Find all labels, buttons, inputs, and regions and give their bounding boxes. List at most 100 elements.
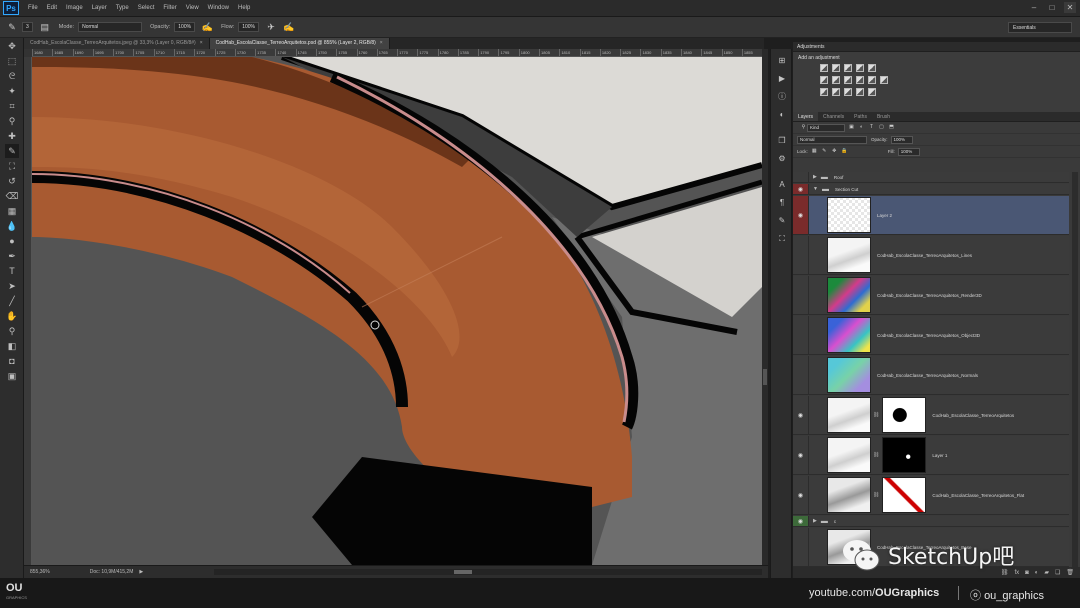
zoom-tool-icon[interactable]: ⚲ (5, 324, 19, 338)
visibility-toggle[interactable]: ◉ (793, 396, 809, 434)
visibility-toggle[interactable] (793, 172, 809, 182)
menu-edit[interactable]: Edit (47, 5, 57, 11)
visibility-toggle[interactable] (793, 528, 809, 566)
layer-row[interactable]: ◉ ⛓ Layer 1 (793, 436, 1069, 475)
vertical-scrollbar[interactable] (762, 49, 768, 565)
lock-pixels-icon[interactable]: ✎ (821, 148, 828, 155)
adjustment-filter-icon[interactable]: ◐ (858, 124, 865, 131)
chevron-right-icon[interactable]: ▶ (813, 174, 817, 180)
color-lookup-icon[interactable] (880, 76, 888, 84)
stamp-tool-icon[interactable]: ⛶ (5, 159, 19, 173)
pressure-size-icon[interactable]: ✍ (283, 21, 295, 33)
layer-thumbnail[interactable] (827, 437, 871, 473)
photo-filter-icon[interactable] (856, 76, 864, 84)
info-icon[interactable]: ⓘ (776, 91, 788, 103)
gradient-tool-icon[interactable]: ▦ (5, 204, 19, 218)
pen-tool-icon[interactable]: ✒ (5, 249, 19, 263)
blur-tool-icon[interactable]: 💧 (5, 219, 19, 233)
menu-file[interactable]: File (28, 5, 38, 11)
lock-transparent-icon[interactable]: ▦ (811, 148, 818, 155)
canvas[interactable] (32, 57, 762, 565)
new-layer-icon[interactable]: ❏ (1055, 569, 1060, 576)
clone-source-icon[interactable]: ⛶ (776, 233, 788, 245)
history-brush-tool-icon[interactable]: ↺ (5, 174, 19, 188)
lock-position-icon[interactable]: ✥ (831, 148, 838, 155)
mode-select[interactable]: Normal (78, 22, 143, 32)
dodge-tool-icon[interactable]: ● (5, 234, 19, 248)
minimize-icon[interactable]: – (1028, 2, 1040, 13)
visibility-toggle[interactable]: ◉ (793, 516, 809, 526)
actions-icon[interactable]: ▶ (776, 73, 788, 85)
history-icon[interactable]: ⊞ (776, 55, 788, 67)
pixel-filter-icon[interactable]: ▣ (848, 124, 855, 131)
horizontal-scrollbar[interactable] (214, 569, 762, 575)
layer-row[interactable]: ◉ ⛓ CodHab_EscolaClasse_TerreoArquitetos_F… (793, 476, 1069, 515)
chevron-right-icon[interactable]: ▶ (813, 518, 817, 524)
brush-presets-icon[interactable]: ✎ (776, 215, 788, 227)
add-mask-icon[interactable]: ◙ (1025, 570, 1029, 576)
new-group-icon[interactable]: ▰ (1044, 569, 1049, 576)
layer-thumbnail[interactable] (827, 397, 871, 433)
chevron-down-icon[interactable]: ▼ (813, 186, 818, 192)
move-tool-icon[interactable]: ✥ (5, 39, 19, 53)
eyedropper-tool-icon[interactable]: ⚲ (5, 114, 19, 128)
invert-icon[interactable] (820, 88, 828, 96)
menu-window[interactable]: Window (208, 5, 229, 11)
workspace-select[interactable]: Essentials (1008, 22, 1072, 33)
brush-tool-icon[interactable]: ✎ (5, 144, 19, 158)
menu-layer[interactable]: Layer (92, 5, 107, 11)
color-swatches-icon[interactable]: ◧ (5, 339, 19, 353)
crop-tool-icon[interactable]: ⌗ (5, 99, 19, 113)
blend-mode-select[interactable]: Normal (797, 135, 867, 144)
pressure-opacity-icon[interactable]: ✍ (201, 21, 213, 33)
color-balance-icon[interactable] (832, 76, 840, 84)
menu-image[interactable]: Image (66, 5, 83, 11)
path-select-tool-icon[interactable]: ➤ (5, 279, 19, 293)
opacity-input[interactable]: 100% (174, 22, 196, 32)
layers-icon[interactable]: ❒ (776, 135, 788, 147)
layer-row[interactable]: ◉ ⛓ CodHab_EscolaClasse_TerreoArquitetos (793, 396, 1069, 435)
visibility-toggle[interactable] (793, 356, 809, 394)
lasso-tool-icon[interactable]: ᘓ (5, 69, 19, 83)
layer-mask-thumbnail[interactable] (882, 397, 927, 433)
screen-mode-icon[interactable]: ▣ (5, 369, 19, 383)
hue-saturation-icon[interactable] (820, 76, 828, 84)
selective-color-icon[interactable] (868, 88, 876, 96)
visibility-toggle[interactable] (793, 276, 809, 314)
layer-thumbnail[interactable] (827, 277, 871, 313)
tab-paths[interactable]: Paths (849, 112, 872, 121)
properties-icon[interactable]: ⚙ (776, 153, 788, 165)
maximize-icon[interactable]: □ (1046, 2, 1058, 13)
link-icon[interactable]: ⛓ (873, 452, 879, 458)
levels-icon[interactable] (832, 64, 840, 72)
layer-row[interactable]: CodHab_EscolaClasse_TerreoArquitetos_Ren… (793, 276, 1069, 315)
adjustments-header[interactable]: Adjustments (793, 42, 1080, 52)
brush-panel-icon[interactable]: ▤ (39, 21, 51, 33)
brush-size-picker[interactable]: 3 (22, 22, 33, 32)
airbrush-icon[interactable]: ✈ (265, 21, 277, 33)
menu-help[interactable]: Help (238, 5, 250, 11)
character-icon[interactable]: A (776, 179, 788, 191)
type-filter-icon[interactable]: T (868, 124, 875, 131)
visibility-toggle[interactable]: ◉ (793, 436, 809, 474)
visibility-toggle[interactable]: ◉ (793, 196, 809, 234)
channel-mixer-icon[interactable] (868, 76, 876, 84)
visibility-toggle[interactable] (793, 316, 809, 354)
zoom-level[interactable]: 855,36% (30, 569, 50, 575)
shape-filter-icon[interactable]: ▢ (878, 124, 885, 131)
close-tab-icon[interactable]: × (380, 40, 383, 46)
layer-row[interactable]: ◉ Layer 2 (793, 196, 1069, 235)
smart-object-filter-icon[interactable]: ⬒ (888, 124, 895, 131)
menu-filter[interactable]: Filter (163, 5, 176, 11)
layer-thumbnail[interactable] (827, 477, 871, 513)
layer-row[interactable]: CodHab_EscolaClasse_TerreoArquitetos_Obj… (793, 316, 1069, 355)
marquee-tool-icon[interactable]: ⬚ (5, 54, 19, 68)
layer-thumbnail[interactable] (827, 317, 871, 353)
layer-thumbnail[interactable] (827, 357, 871, 393)
color-icon[interactable]: ◐ (776, 109, 788, 121)
hand-tool-icon[interactable]: ✋ (5, 309, 19, 323)
gradient-map-icon[interactable] (856, 88, 864, 96)
posterize-icon[interactable] (832, 88, 840, 96)
layer-row[interactable]: CodHab_EscolaClasse_TerreoArquitetos_Nor… (793, 356, 1069, 395)
layer-row[interactable]: CodHab_EscolaClasse_TerreoArquitetos_Lin… (793, 236, 1069, 275)
